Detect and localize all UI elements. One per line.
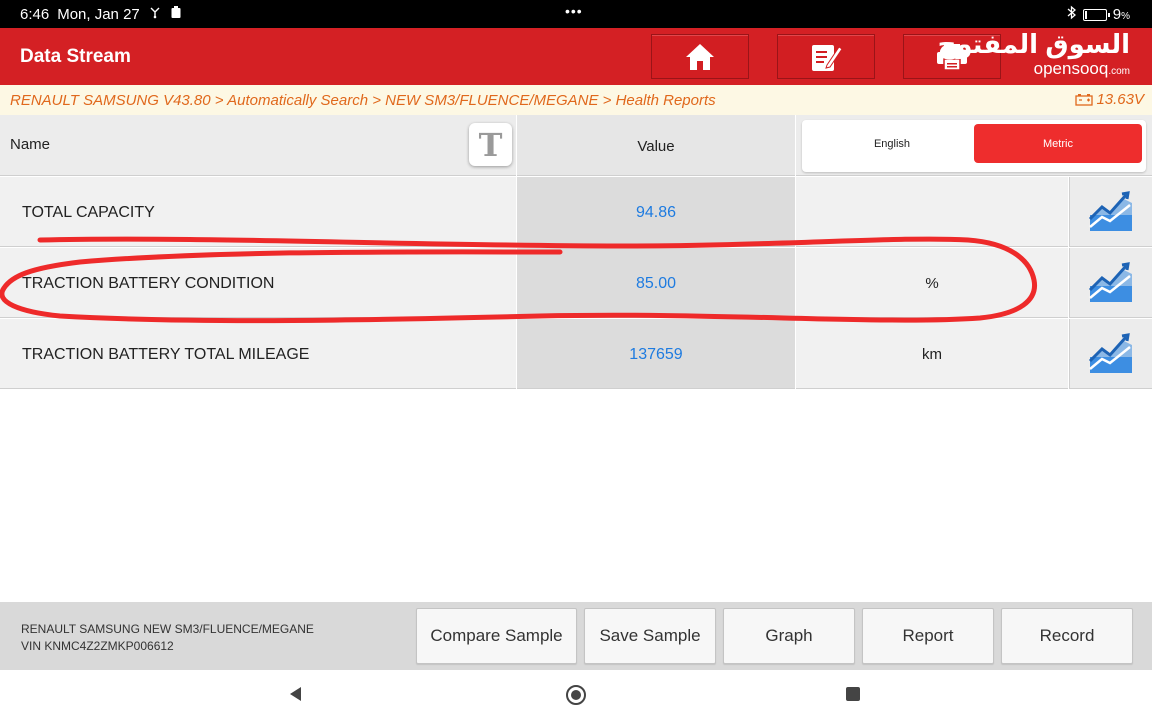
text-format-icon: T [478, 125, 503, 164]
status-bar: 6:46 Mon, Jan 27 ••• 9% [0, 0, 1152, 28]
status-date: Mon, Jan 27 [57, 5, 140, 23]
screen: 6:46 Mon, Jan 27 ••• 9% Data Stream السو… [0, 0, 1152, 720]
table-row[interactable]: TRACTION BATTERY CONDITION 85.00 % [0, 248, 1152, 318]
vehicle-vin: VIN KNMC4Z2ZMKP006612 [21, 639, 174, 653]
status-time: 6:46 [20, 5, 50, 23]
column-header-name-label: Name [10, 136, 51, 153]
column-header-value: Value [517, 115, 795, 176]
column-header-units: English Metric [796, 115, 1152, 176]
row-name: TRACTION BATTERY TOTAL MILEAGE [22, 346, 310, 363]
breadcrumb: RENAULT SAMSUNG V43.80 > Automatically S… [10, 92, 716, 109]
battery-icon [1082, 8, 1110, 21]
unit-metric-button[interactable]: Metric [974, 124, 1142, 163]
bluetooth-icon [1067, 5, 1077, 24]
row-name-cell: TRACTION BATTERY CONDITION [0, 248, 516, 318]
row-value-cell: 85.00 [517, 248, 795, 318]
table-row[interactable]: TOTAL CAPACITY 94.86 [0, 177, 1152, 247]
page-title: Data Stream [20, 46, 131, 67]
battery-percent: 9% [1112, 6, 1130, 23]
breadcrumb-bar: RENAULT SAMSUNG V43.80 > Automatically S… [0, 85, 1152, 115]
row-name: TOTAL CAPACITY [22, 204, 155, 221]
opensooq-watermark: السوق المفتوح opensooq.com [938, 28, 1130, 81]
row-graph-button[interactable] [1069, 177, 1152, 247]
usb-debug-icon [148, 5, 162, 23]
font-size-button[interactable]: T [469, 123, 512, 166]
row-unit-cell: km [796, 319, 1068, 389]
record-button[interactable]: Record [1001, 608, 1133, 664]
row-unit: % [925, 275, 939, 292]
line-chart-icon [1088, 261, 1132, 302]
home-button[interactable] [651, 34, 749, 79]
row-value-cell: 137659 [517, 319, 795, 389]
row-name-cell: TRACTION BATTERY TOTAL MILEAGE [0, 319, 516, 389]
car-battery-icon [1075, 94, 1094, 106]
row-unit: km [922, 346, 942, 363]
row-graph-button[interactable] [1069, 248, 1152, 318]
row-unit-cell [796, 177, 1068, 247]
row-value-cell: 94.86 [517, 177, 795, 247]
row-name-cell: TOTAL CAPACITY [0, 177, 516, 247]
status-left: 6:46 Mon, Jan 27 [20, 5, 182, 23]
row-value: 94.86 [635, 204, 677, 221]
system-nav-bar [0, 670, 1152, 720]
voltage-value: 13.63V [1096, 91, 1144, 108]
vehicle-info: RENAULT SAMSUNG NEW SM3/FLUENCE/MEGANE V… [21, 621, 314, 655]
save-sample-button[interactable]: Save Sample [584, 608, 716, 664]
column-header-value-label: Value [637, 138, 675, 155]
edit-button[interactable] [777, 34, 875, 79]
row-name: TRACTION BATTERY CONDITION [22, 275, 275, 292]
back-button[interactable] [286, 684, 306, 704]
home-circle-icon [566, 685, 586, 705]
home-icon [686, 43, 714, 70]
title-bar: Data Stream السوق المفتوح opensooq.com [0, 28, 1152, 85]
report-button[interactable]: Report [862, 608, 994, 664]
row-graph-button[interactable] [1069, 319, 1152, 389]
recents-icon [846, 687, 860, 701]
notification-icon [170, 5, 182, 23]
edit-icon [812, 44, 843, 71]
compare-sample-button[interactable]: Compare Sample [416, 608, 577, 664]
table-row[interactable]: TRACTION BATTERY TOTAL MILEAGE 137659 km [0, 319, 1152, 389]
action-bar: RENAULT SAMSUNG NEW SM3/FLUENCE/MEGANE V… [0, 602, 1152, 670]
graph-button[interactable]: Graph [723, 608, 855, 664]
unit-toggle: English Metric [802, 120, 1146, 172]
unit-english-button[interactable]: English [808, 124, 976, 163]
back-icon [290, 687, 301, 701]
home-nav-button[interactable] [565, 684, 587, 706]
status-more: ••• [565, 3, 583, 19]
vehicle-name: RENAULT SAMSUNG NEW SM3/FLUENCE/MEGANE [21, 622, 314, 636]
battery-voltage: 13.63V [1075, 91, 1144, 108]
status-right: 9% [1067, 5, 1130, 24]
column-header-name: Name T [0, 115, 516, 176]
recents-button[interactable] [843, 684, 863, 704]
line-chart-icon [1088, 332, 1132, 373]
row-value: 137659 [629, 346, 683, 363]
line-chart-icon [1088, 190, 1132, 231]
row-value: 85.00 [635, 275, 677, 292]
row-unit-cell: % [796, 248, 1068, 318]
watermark-latin: opensooq.com [1033, 59, 1130, 78]
watermark-arabic: السوق المفتوح [937, 29, 1130, 59]
